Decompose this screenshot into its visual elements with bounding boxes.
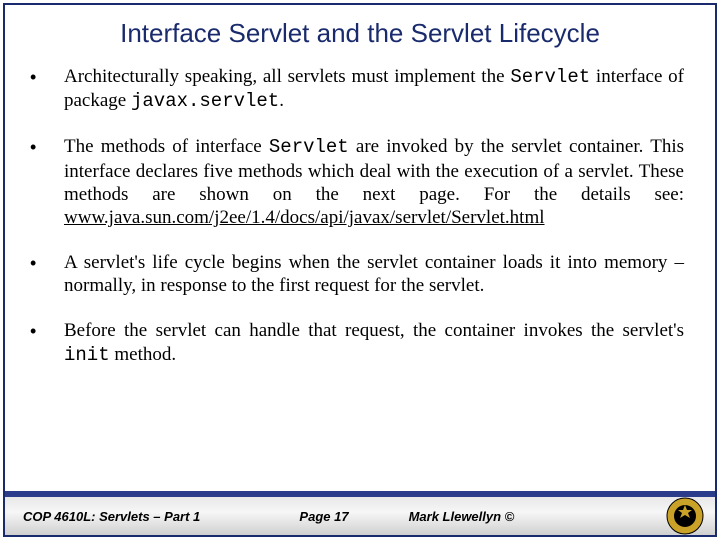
footer-author: Mark Llewellyn © bbox=[369, 509, 665, 524]
footer-page: Page 17 bbox=[279, 509, 368, 524]
footer-bar: COP 4610L: Servlets – Part 1 Page 17 Mar… bbox=[5, 491, 715, 535]
footer-course: COP 4610L: Servlets – Part 1 bbox=[5, 509, 279, 524]
ucf-logo-icon bbox=[665, 496, 705, 536]
slide-border bbox=[3, 3, 717, 537]
